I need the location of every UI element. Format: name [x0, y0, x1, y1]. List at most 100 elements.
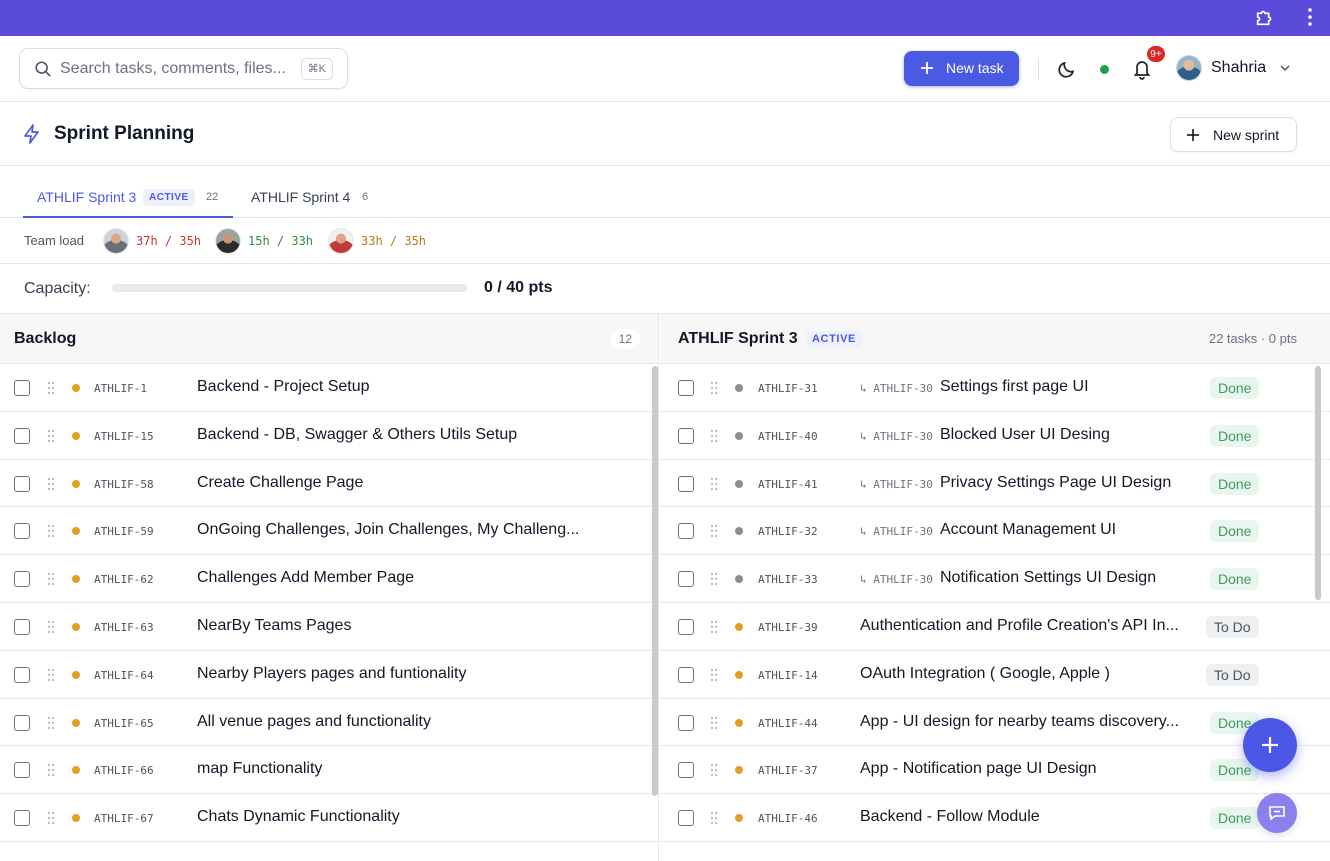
team-member-load[interactable]: 37h / 35h	[103, 228, 213, 254]
task-title[interactable]: Backend - DB, Swagger & Others Utils Set…	[197, 426, 517, 444]
extension-icon[interactable]	[1254, 6, 1276, 28]
row-checkbox[interactable]	[14, 666, 30, 683]
row-checkbox[interactable]	[14, 427, 30, 444]
row-checkbox[interactable]	[14, 810, 30, 827]
table-row[interactable]: ATHLIF-14 OAuth Integration ( Google, App…	[660, 651, 1330, 699]
table-row[interactable]: ATHLIF-40 ↳ ATHLIF-30 Blocked User UI Desi…	[660, 412, 1330, 460]
task-title[interactable]: All venue pages and functionality	[197, 713, 431, 731]
drag-handle-icon[interactable]	[47, 524, 55, 538]
task-title[interactable]: NearBy Teams Pages	[197, 617, 351, 635]
parent-task-link[interactable]: ↳ ATHLIF-30	[860, 573, 933, 586]
table-row[interactable]: ATHLIF-58 Create Challenge Page	[0, 460, 658, 508]
drag-handle-icon[interactable]	[710, 763, 718, 777]
status-badge[interactable]: Done	[1210, 472, 1260, 495]
parent-task-link[interactable]: ↳ ATHLIF-30	[860, 382, 933, 395]
drag-handle-icon[interactable]	[710, 429, 718, 443]
task-title[interactable]: map Functionality	[197, 760, 322, 778]
table-row[interactable]: ATHLIF-67 Chats Dynamic Functionality	[0, 794, 658, 842]
status-badge[interactable]: Done	[1210, 520, 1260, 543]
table-row[interactable]: ATHLIF-62 Challenges Add Member Page	[0, 555, 658, 603]
parent-task-link[interactable]: ↳ ATHLIF-30	[860, 430, 933, 443]
row-checkbox[interactable]	[678, 427, 694, 444]
task-title[interactable]: Privacy Settings Page UI Design	[940, 474, 1171, 492]
table-row[interactable]: ATHLIF-59 OnGoing Challenges, Join Challe…	[0, 507, 658, 556]
search-input[interactable]	[60, 57, 300, 81]
drag-handle-icon[interactable]	[47, 381, 55, 395]
task-title[interactable]: App - Notification page UI Design	[860, 760, 1097, 778]
task-title[interactable]: OAuth Integration ( Google, Apple )	[860, 665, 1110, 683]
feedback-chat-button[interactable]	[1257, 793, 1297, 833]
row-checkbox[interactable]	[14, 762, 30, 779]
row-checkbox[interactable]	[14, 523, 30, 540]
drag-handle-icon[interactable]	[710, 716, 718, 730]
row-checkbox[interactable]	[14, 475, 30, 492]
team-member-load[interactable]: 15h / 33h	[215, 228, 325, 254]
table-row[interactable]: ATHLIF-65 All venue pages and functionali…	[0, 699, 658, 747]
row-checkbox[interactable]	[678, 571, 694, 588]
user-menu[interactable]: Shahria	[1176, 55, 1301, 83]
more-vertical-icon[interactable]	[1304, 6, 1316, 28]
task-title[interactable]: Chats Dynamic Functionality	[197, 808, 400, 826]
task-title[interactable]: Authentication and Profile Creation's AP…	[860, 617, 1179, 635]
status-badge[interactable]: To Do	[1206, 663, 1259, 686]
drag-handle-icon[interactable]	[710, 572, 718, 586]
drag-handle-icon[interactable]	[710, 668, 718, 682]
search-box[interactable]: ⌘K	[19, 48, 348, 89]
task-title[interactable]: Backend - Project Setup	[197, 378, 370, 396]
drag-handle-icon[interactable]	[710, 477, 718, 491]
tab-athlif-sprint-3[interactable]: ATHLIF Sprint 3 ACTIVE 22	[23, 166, 233, 218]
moon-icon[interactable]	[1057, 59, 1077, 79]
table-row[interactable]: ATHLIF-33 ↳ ATHLIF-30 Notification Setting…	[660, 555, 1330, 603]
drag-handle-icon[interactable]	[47, 477, 55, 491]
add-fab-button[interactable]	[1243, 718, 1297, 772]
drag-handle-icon[interactable]	[710, 381, 718, 395]
drag-handle-icon[interactable]	[710, 524, 718, 538]
row-checkbox[interactable]	[678, 810, 694, 827]
row-checkbox[interactable]	[678, 666, 694, 683]
table-row[interactable]: ATHLIF-15 Backend - DB, Swagger & Others …	[0, 412, 658, 460]
status-badge[interactable]: Done	[1210, 377, 1260, 399]
task-title[interactable]: App - UI design for nearby teams discove…	[860, 713, 1179, 731]
drag-handle-icon[interactable]	[710, 811, 718, 825]
status-badge[interactable]: Done	[1210, 807, 1260, 830]
row-checkbox[interactable]	[14, 714, 30, 731]
tab-athlif-sprint-4[interactable]: ATHLIF Sprint 4 6	[237, 166, 377, 218]
drag-handle-icon[interactable]	[47, 811, 55, 825]
row-checkbox[interactable]	[678, 762, 694, 779]
row-checkbox[interactable]	[14, 571, 30, 588]
parent-task-link[interactable]: ↳ ATHLIF-30	[860, 525, 933, 538]
table-row[interactable]: ATHLIF-63 NearBy Teams Pages	[0, 603, 658, 651]
sprint-scrollbar[interactable]	[1315, 366, 1321, 600]
table-row[interactable]: ATHLIF-31 ↳ ATHLIF-30 Settings first page …	[660, 364, 1330, 412]
drag-handle-icon[interactable]	[47, 620, 55, 634]
task-title[interactable]: Nearby Players pages and funtionality	[197, 665, 467, 683]
task-title[interactable]: Notification Settings UI Design	[940, 569, 1156, 587]
table-row[interactable]: ATHLIF-66 map Functionality	[0, 746, 658, 795]
table-row[interactable]: ATHLIF-46 Backend - Follow Module Done	[660, 794, 1330, 842]
task-title[interactable]: Blocked User UI Desing	[940, 426, 1110, 444]
team-member-load[interactable]: 33h / 35h	[328, 228, 438, 254]
drag-handle-icon[interactable]	[47, 763, 55, 777]
parent-task-link[interactable]: ↳ ATHLIF-30	[860, 478, 933, 491]
drag-handle-icon[interactable]	[47, 572, 55, 586]
row-checkbox[interactable]	[678, 618, 694, 635]
task-title[interactable]: Challenges Add Member Page	[197, 569, 414, 587]
table-row[interactable]: ATHLIF-37 App - Notification page UI Desi…	[660, 746, 1330, 795]
drag-handle-icon[interactable]	[710, 620, 718, 634]
row-checkbox[interactable]	[14, 380, 30, 396]
table-row[interactable]: ATHLIF-1 Backend - Project Setup	[0, 364, 658, 412]
new-task-button[interactable]: New task	[904, 51, 1019, 86]
row-checkbox[interactable]	[678, 523, 694, 540]
table-row[interactable]: ATHLIF-44 App - UI design for nearby team…	[660, 699, 1330, 747]
drag-handle-icon[interactable]	[47, 716, 55, 730]
row-checkbox[interactable]	[678, 714, 694, 731]
task-title[interactable]: OnGoing Challenges, Join Challenges, My …	[197, 521, 579, 539]
new-sprint-button[interactable]: New sprint	[1170, 117, 1297, 152]
task-title[interactable]: Settings first page UI	[940, 378, 1089, 396]
task-title[interactable]: Account Management UI	[940, 521, 1116, 539]
backlog-scrollbar[interactable]	[652, 366, 658, 796]
table-row[interactable]: ATHLIF-32 ↳ ATHLIF-30 Account Management U…	[660, 507, 1330, 556]
table-row[interactable]: ATHLIF-64 Nearby Players pages and funtio…	[0, 651, 658, 699]
drag-handle-icon[interactable]	[47, 668, 55, 682]
task-title[interactable]: Backend - Follow Module	[860, 808, 1040, 826]
